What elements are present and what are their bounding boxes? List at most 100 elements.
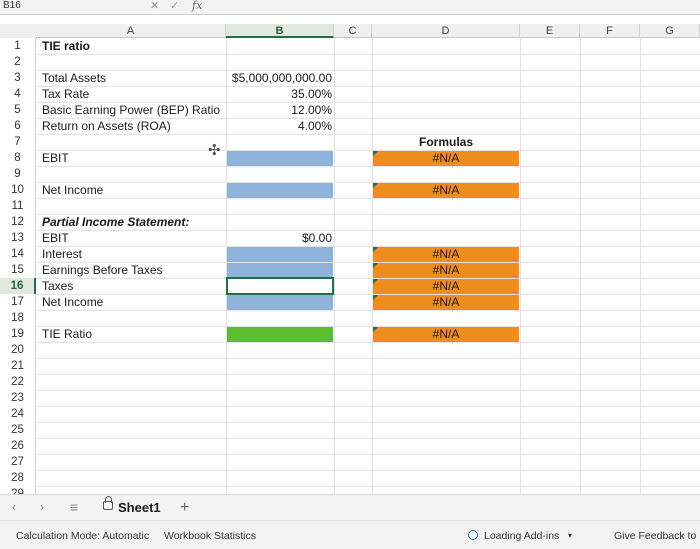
error-indicator[interactable] [373,279,378,284]
row-header-8[interactable]: 8 [0,150,36,166]
cell-a1[interactable]: TIE ratio [42,38,90,54]
row-header-1[interactable]: 1 [0,38,36,54]
column-header-f[interactable]: F [580,24,640,38]
row-header-29[interactable]: 29 [0,486,36,494]
cell-a5[interactable]: Basic Earning Power (BEP) Ratio [42,102,220,118]
column-header-d[interactable]: D [372,24,520,38]
cell-a15[interactable]: Earnings Before Taxes [42,262,163,278]
row-header-3[interactable]: 3 [0,70,36,86]
row-header-17[interactable]: 17 [0,294,36,310]
row-header-16[interactable]: 16 [0,278,36,294]
cell-a4[interactable]: Tax Rate [42,86,89,102]
cell-b13[interactable]: $0.00 [226,230,334,246]
add-sheet-button[interactable]: + [180,498,189,518]
row-header-22[interactable]: 22 [0,374,36,390]
cell-a17[interactable]: Net Income [42,294,103,310]
name-box[interactable]: B16 [0,0,56,14]
column-header-b[interactable]: B [226,24,334,38]
row-header-21[interactable]: 21 [0,358,36,374]
select-all-corner[interactable] [0,24,37,39]
cell-a16[interactable]: Taxes [42,278,73,294]
sheet-tab-sheet1[interactable]: Sheet1 [100,498,161,518]
cell-b6[interactable]: 4.00% [226,118,334,134]
cell-a3[interactable]: Total Assets [42,70,106,86]
cell-d7[interactable]: Formulas [372,134,520,150]
gridline [36,374,700,375]
fx-icon[interactable]: fx [192,0,202,12]
error-indicator[interactable] [373,247,378,252]
input-cell-b8[interactable] [227,151,333,166]
row-header-18[interactable]: 18 [0,310,36,326]
input-cell-b15[interactable] [227,263,333,278]
row-header-4[interactable]: 4 [0,86,36,102]
formula-cell-d15[interactable]: #N/A [373,263,519,278]
active-cell-b16[interactable] [226,277,334,295]
chevron-down-icon[interactable]: ▾ [568,531,572,540]
error-indicator[interactable] [373,327,378,332]
sheet-list-icon[interactable]: ≡ [70,500,78,514]
error-indicator[interactable] [373,151,378,156]
gridline [36,166,700,167]
cell-a14[interactable]: Interest [42,246,82,262]
error-indicator[interactable] [373,183,378,188]
workbook-statistics[interactable]: Workbook Statistics [164,530,256,542]
cell-a12[interactable]: Partial Income Statement: [42,214,189,230]
row-header-19[interactable]: 19 [0,326,36,342]
confirm-icon[interactable]: ✓ [170,0,179,12]
cell-a13[interactable]: EBIT [42,230,69,246]
row-header-6[interactable]: 6 [0,118,36,134]
input-cell-b17[interactable] [227,295,333,310]
prev-sheet-icon[interactable]: ‹ [12,500,16,514]
gridline [520,38,521,494]
sheet-tab-bar: ‹ › ≡ Sheet1 + [0,494,700,521]
formula-cell-d16[interactable]: #N/A [373,279,519,294]
column-header-g[interactable]: G [640,24,700,38]
gridline [36,86,700,87]
formula-cell-d19[interactable]: #N/A [373,327,519,342]
row-header-15[interactable]: 15 [0,262,36,278]
spreadsheet-grid[interactable]: A B C D E F G 1 2 3 4 5 6 7 8 9 10 11 12… [0,24,700,494]
row-header-11[interactable]: 11 [0,198,36,214]
row-header-12[interactable]: 12 [0,214,36,230]
cancel-icon[interactable]: ✕ [150,0,159,12]
row-header-7[interactable]: 7 [0,134,36,150]
row-header-24[interactable]: 24 [0,406,36,422]
row-header-27[interactable]: 27 [0,454,36,470]
input-cell-b10[interactable] [227,183,333,198]
row-header-23[interactable]: 23 [0,390,36,406]
formula-cell-d8[interactable]: #N/A [373,151,519,166]
row-header-10[interactable]: 10 [0,182,36,198]
gridline [36,326,700,327]
column-header-c[interactable]: C [334,24,372,38]
formula-cell-d10[interactable]: #N/A [373,183,519,198]
cell-b4[interactable]: 35.00% [226,86,334,102]
cell-a8[interactable]: EBIT [42,150,69,166]
formula-cell-d17[interactable]: #N/A [373,295,519,310]
give-feedback-link[interactable]: Give Feedback to M [614,530,700,542]
cell-a19[interactable]: TIE Ratio [42,326,92,342]
column-header-e[interactable]: E [520,24,580,38]
formula-cell-d14[interactable]: #N/A [373,247,519,262]
error-indicator[interactable] [373,263,378,268]
cell-a6[interactable]: Return on Assets (ROA) [42,118,171,134]
input-cell-b14[interactable] [227,247,333,262]
loading-addins[interactable]: Loading Add-ins [484,530,559,542]
column-header-a[interactable]: A [36,24,226,38]
row-header-20[interactable]: 20 [0,342,36,358]
row-header-13[interactable]: 13 [0,230,36,246]
row-header-14[interactable]: 14 [0,246,36,262]
row-header-26[interactable]: 26 [0,438,36,454]
cell-b5[interactable]: 12.00% [226,102,334,118]
row-header-9[interactable]: 9 [0,166,36,182]
result-cell-b19[interactable] [227,327,333,342]
row-header-28[interactable]: 28 [0,470,36,486]
next-sheet-icon[interactable]: › [40,500,44,514]
error-indicator[interactable] [373,295,378,300]
cell-a10[interactable]: Net Income [42,182,103,198]
calculation-mode[interactable]: Calculation Mode: Automatic [16,530,149,542]
gridline [36,390,700,391]
cell-b3[interactable]: $5,000,000,000.00 [226,70,334,86]
row-header-2[interactable]: 2 [0,54,36,70]
row-header-5[interactable]: 5 [0,102,36,118]
row-header-25[interactable]: 25 [0,422,36,438]
